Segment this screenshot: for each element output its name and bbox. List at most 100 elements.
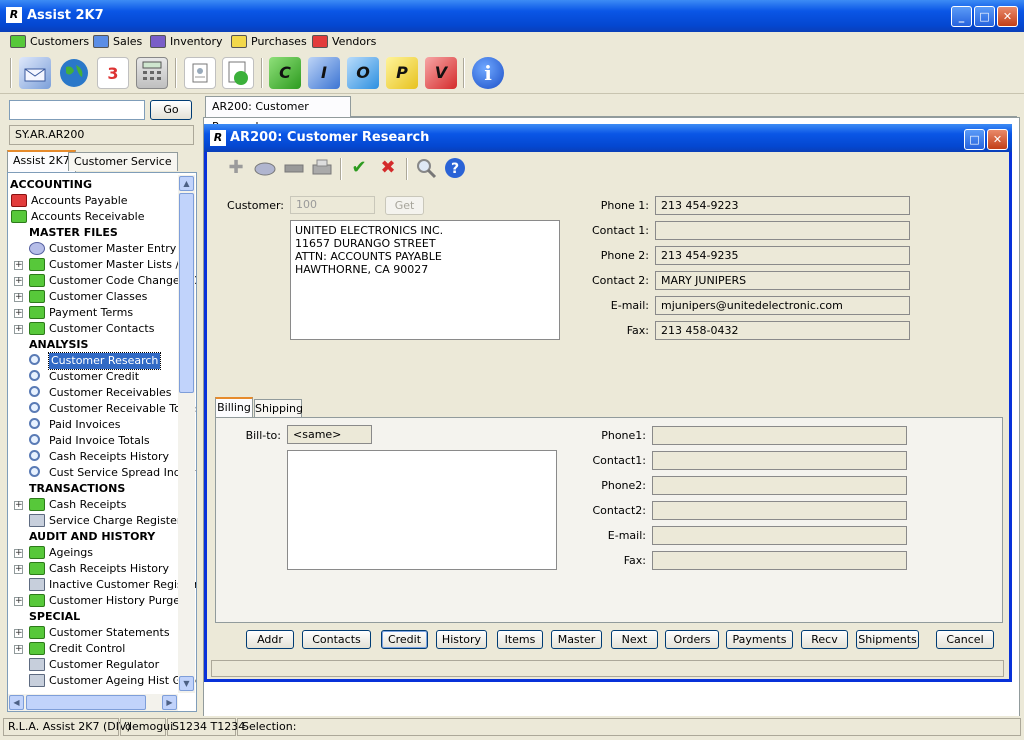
tree-item[interactable]: Customer Regulator [29,657,196,673]
mouse-icon[interactable] [253,156,277,180]
billing-field-value[interactable] [652,501,907,520]
tree-item[interactable]: Customer Receivable Totals [29,401,196,417]
shipments-button[interactable]: Shipments [856,630,919,649]
tree-item[interactable]: Customer Ageing Hist Gene [29,673,196,689]
menu-inventory[interactable]: Inventory [150,34,223,50]
scroll-thumb[interactable] [179,193,194,393]
p-icon[interactable]: P [386,57,418,89]
tree-item[interactable]: Cust Service Spread Inquiry [29,465,196,481]
calendar-icon[interactable]: 3 [97,57,129,89]
billto-field[interactable]: <same> [287,425,372,444]
scroll-left-icon[interactable]: ◀ [9,695,24,710]
tree-item[interactable]: Cash Receipts History [29,449,196,465]
expand-icon[interactable]: + [14,277,23,286]
add-icon[interactable]: ✚ [224,156,248,180]
billing-field-value[interactable] [652,451,907,470]
scroll-down-icon[interactable]: ▼ [179,676,194,691]
check-icon[interactable]: ✔ [347,156,371,180]
tree-item[interactable]: SPECIAL [29,609,196,625]
tree-item[interactable]: AUDIT AND HISTORY [29,529,196,545]
addr-button[interactable]: Addr [246,630,294,649]
tree-horizontal-scrollbar[interactable]: ◀ ▶ [8,694,178,711]
expand-icon[interactable]: + [14,501,23,510]
help-icon[interactable]: ? [443,156,467,180]
tree-item[interactable]: Customer Classes [29,289,196,305]
contact-field-value[interactable]: 213 454-9235 [655,246,910,265]
expand-icon[interactable]: + [14,629,23,638]
contact-field-value[interactable]: 213 454-9223 [655,196,910,215]
tree-item[interactable]: Customer History Purges [29,593,196,609]
v-icon[interactable]: V [425,57,457,89]
tree-item[interactable]: Customer Statements [29,625,196,641]
delete-row-icon[interactable] [282,156,306,180]
menu-purchases[interactable]: Purchases [231,34,307,50]
tree-item[interactable]: Ageings [29,545,196,561]
tree-item[interactable]: Credit Control [29,641,196,657]
tab-billing[interactable]: Billing [215,397,253,418]
tree-item[interactable]: Payment Terms [29,305,196,321]
cancel-button[interactable]: Cancel [936,630,994,649]
credit-button[interactable]: Credit [381,630,428,649]
tree-vertical-scrollbar[interactable]: ▲ ▼ [178,175,195,693]
scroll-right-icon[interactable]: ▶ [162,695,177,710]
tree-item[interactable]: Service Charge Register [29,513,196,529]
tab-customer-service[interactable]: Customer Service [68,152,178,171]
scroll-thumb-h[interactable] [26,695,146,710]
cancel-x-icon[interactable]: ✖ [376,156,400,180]
history-button[interactable]: History [436,630,487,649]
internal-close-button[interactable]: ✕ [987,129,1008,150]
scroll-up-icon[interactable]: ▲ [179,176,194,191]
search-input[interactable] [9,100,145,120]
o-icon[interactable]: O [347,57,379,89]
orders-button[interactable]: Orders [665,630,719,649]
billing-field-value[interactable] [652,426,907,445]
tab-shipping[interactable]: Shipping [254,399,303,417]
report-icon[interactable] [222,57,254,89]
tree-item[interactable]: Customer Master Lists / Lab [29,257,196,273]
internal-maximize-button[interactable]: □ [964,129,985,150]
tree-item[interactable]: Customer Code Change / D [29,273,196,289]
tree-item[interactable]: MASTER FILES [29,225,196,241]
expand-icon[interactable]: + [14,549,23,558]
tree-item[interactable]: Customer Master Entry [29,241,196,257]
minimize-button[interactable]: _ [951,6,972,27]
go-button[interactable]: Go [150,100,192,120]
expand-icon[interactable]: + [14,565,23,574]
expand-icon[interactable]: + [14,309,23,318]
tree-item[interactable]: Customer Credit [29,369,196,385]
customer-code-field[interactable]: 100 [290,196,375,214]
menu-sales[interactable]: Sales [93,34,142,50]
tree-item[interactable]: Cash Receipts [29,497,196,513]
calculator-icon[interactable] [136,57,168,89]
menu-vendors[interactable]: Vendors [312,34,376,50]
i-icon[interactable]: I [308,57,340,89]
items-button[interactable]: Items [497,630,543,649]
tree-item[interactable]: ANALYSIS [29,337,196,353]
maximize-button[interactable]: □ [974,6,995,27]
info-icon[interactable]: i [472,57,504,89]
contact-field-value[interactable]: 213 458-0432 [655,321,910,340]
printer-icon[interactable] [310,156,334,180]
close-button[interactable]: ✕ [997,6,1018,27]
globe-icon[interactable] [58,57,90,89]
expand-icon[interactable]: + [14,325,23,334]
mail-icon[interactable] [19,57,51,89]
tree-item[interactable]: Inactive Customer Register [29,577,196,593]
billing-field-value[interactable] [652,551,907,570]
payments-button[interactable]: Payments [726,630,793,649]
tree-item[interactable]: Cash Receipts History [29,561,196,577]
tree-item[interactable]: Accounts Payable [11,193,196,209]
document-icon[interactable] [184,57,216,89]
search-icon[interactable] [414,156,438,180]
master-button[interactable]: Master [551,630,602,649]
billing-field-value[interactable] [652,526,907,545]
tree-item[interactable]: Paid Invoice Totals [29,433,196,449]
contact-field-value[interactable]: mjunipers@unitedelectronic.com [655,296,910,315]
tab-assist-2k7[interactable]: Assist 2K7 [7,150,76,172]
tab-ar200-customer-research[interactable]: AR200: Customer Research [205,96,351,133]
tree-item[interactable]: Accounts Receivable [11,209,196,225]
contact-field-value[interactable]: MARY JUNIPERS [655,271,910,290]
expand-icon[interactable]: + [14,645,23,654]
tree-item[interactable]: Customer Contacts [29,321,196,337]
tree-item[interactable]: Paid Invoices [29,417,196,433]
